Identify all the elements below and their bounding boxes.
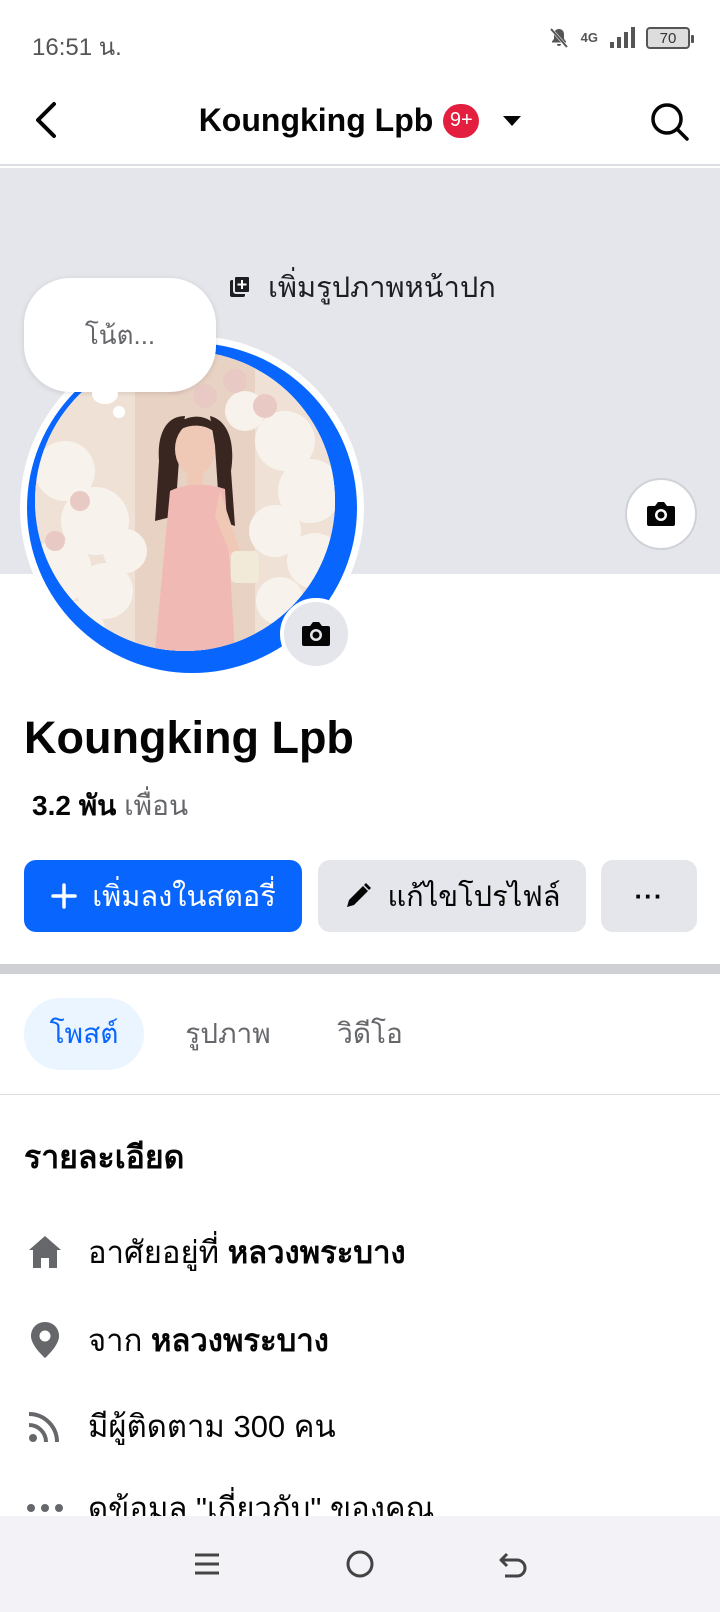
cover-camera-button[interactable] [625, 478, 697, 550]
friends-number: 3.2 พัน [32, 790, 117, 821]
search-icon [651, 103, 689, 141]
back-nav-button[interactable] [489, 1540, 537, 1588]
circle-home-icon [346, 1550, 374, 1578]
tab-photos[interactable]: รูปภาพ [164, 998, 292, 1070]
detail-from: จาก หลวงพระบาง [0, 1310, 720, 1370]
menu-icon [194, 1553, 219, 1575]
network-label: 4G [580, 30, 598, 45]
add-photo-icon [230, 275, 251, 297]
detail-text: จาก หลวงพระบาง [88, 1315, 329, 1365]
note-placeholder: โน้ต... [84, 319, 156, 350]
friends-count[interactable]: 3.2 พัน เพื่อน [32, 784, 188, 828]
status-icons: 4G 70 [547, 26, 694, 50]
note-bubble-tail-small [113, 406, 125, 418]
detail-text: มีผู้ติดตาม 300 คน [88, 1401, 336, 1451]
status-bar: 16:51 น. 4G 70 [0, 0, 720, 80]
caret-down-icon [503, 115, 522, 126]
add-to-story-label: เพิ่มลงในสตอรี่ [92, 881, 276, 913]
tab-label: รูปภาพ [185, 1018, 271, 1049]
detail-followers[interactable]: มีผู้ติดตาม 300 คน [0, 1396, 720, 1456]
add-cover-label: เพิ่มรูปภาพหน้าปก [268, 272, 496, 304]
system-nav-bar [0, 1516, 720, 1612]
notification-badge: 9+ [443, 103, 480, 138]
more-dots-icon: ··· [634, 880, 664, 911]
signal-icon [610, 27, 635, 48]
battery-level: 70 [659, 29, 677, 47]
return-arrow-icon [499, 1552, 527, 1578]
edit-profile-button[interactable]: แก้ไขโปรไฟล์ [318, 860, 586, 932]
tab-label: วิดีโอ [337, 1018, 403, 1049]
detail-prefix: จาก [88, 1323, 143, 1358]
mute-notifications-icon [549, 28, 568, 48]
tab-videos[interactable]: วิดีโอ [310, 998, 430, 1070]
profile-photo-image [35, 351, 335, 651]
header-title: Koungking Lpb [198, 102, 434, 138]
tab-label: โพสต์ [49, 1018, 119, 1049]
details-title: รายละเอียด [24, 1139, 185, 1175]
detail-value[interactable]: หลวงพระบาง [228, 1235, 406, 1270]
plus-icon [51, 883, 77, 909]
home-button[interactable] [336, 1540, 384, 1588]
recent-apps-button[interactable] [183, 1540, 231, 1588]
pencil-icon [347, 883, 372, 907]
rss-icon [24, 1405, 66, 1447]
profile-tabs: โพสต์ รูปภาพ วิดีโอ [0, 998, 720, 1070]
more-options-button[interactable]: ··· [601, 860, 697, 932]
detail-lives-in: อาศัยอยู่ที่ หลวงพระบาง [0, 1222, 720, 1282]
detail-prefix: มีผู้ติดตาม 300 คน [88, 1409, 336, 1444]
friends-label: เพื่อน [124, 790, 189, 821]
note-bubble-tail [92, 384, 118, 404]
home-icon [24, 1231, 66, 1273]
tabs-divider [0, 1094, 720, 1095]
profile-camera-button[interactable] [280, 598, 352, 670]
add-to-story-button[interactable]: เพิ่มลงในสตอรี่ [24, 860, 302, 932]
search-button[interactable] [650, 102, 690, 142]
section-divider [0, 964, 720, 974]
detail-value[interactable]: หลวงพระบาง [151, 1323, 329, 1358]
tab-posts[interactable]: โพสต์ [24, 998, 144, 1070]
battery-icon: 70 [646, 27, 694, 49]
edit-profile-label: แก้ไขโปรไฟล์ [387, 881, 561, 913]
location-pin-icon [24, 1319, 66, 1361]
profile-header: Koungking Lpb 9+ [0, 80, 720, 166]
camera-icon [647, 502, 675, 526]
status-time: 16:51 น. [32, 34, 122, 61]
detail-text: อาศัยอยู่ที่ หลวงพระบาง [88, 1227, 406, 1277]
note-bubble[interactable]: โน้ต... [24, 278, 216, 392]
add-cover-photo-button[interactable]: เพิ่มรูปภาพหน้าปก [228, 264, 496, 310]
detail-prefix: อาศัยอยู่ที่ [88, 1235, 220, 1270]
profile-photo [35, 351, 335, 651]
profile-name: Koungking Lpb [24, 712, 354, 763]
camera-icon [302, 622, 330, 646]
account-switcher[interactable]: Koungking Lpb 9+ [0, 102, 720, 139]
